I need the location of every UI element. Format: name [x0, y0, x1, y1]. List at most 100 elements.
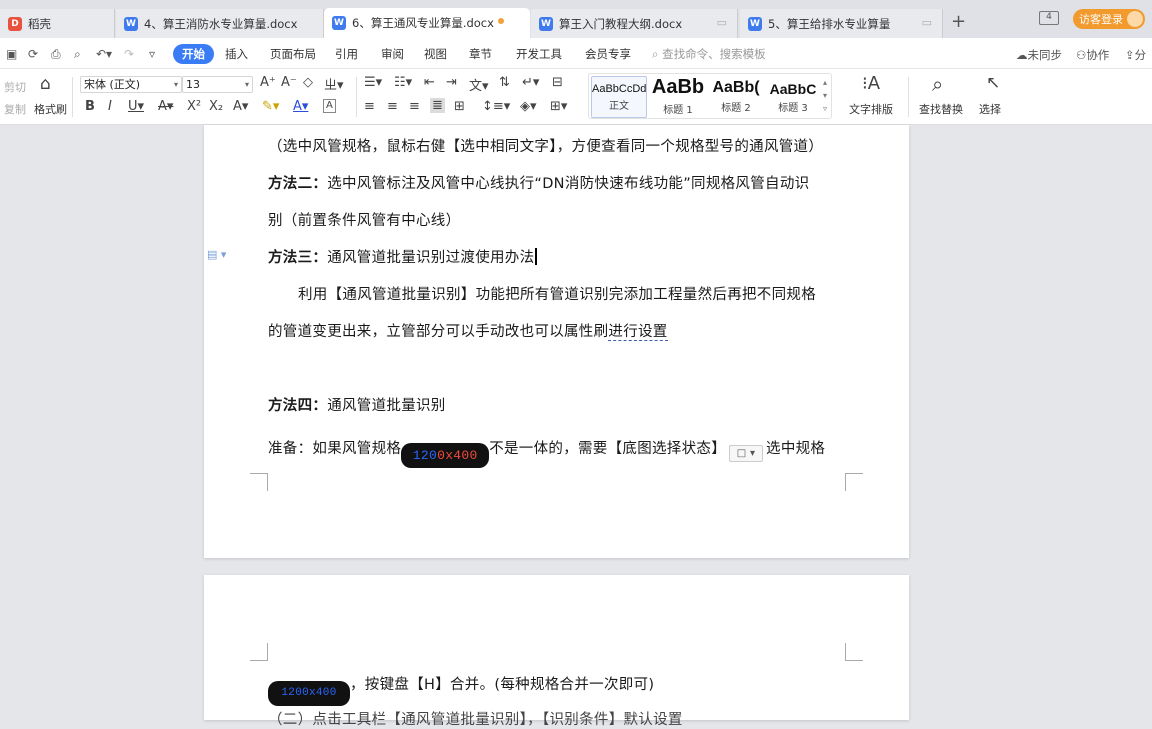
- doc-line-7[interactable]: 方法四：通风管道批量识别: [268, 394, 446, 415]
- word-doc-icon: W: [748, 16, 762, 31]
- menu-start[interactable]: 开始: [173, 44, 214, 64]
- line-spacing-icon[interactable]: ↕≡▾: [482, 99, 510, 114]
- align-left-icon[interactable]: ≡: [364, 99, 375, 114]
- format-painter-button[interactable]: 格式刷: [34, 101, 67, 117]
- doc-line-4[interactable]: 方法三：通风管道批量识别过渡使用办法: [268, 246, 537, 267]
- menu-references[interactable]: 引用: [335, 46, 358, 62]
- quick-access-dropdown-icon[interactable]: ▿: [149, 47, 155, 61]
- doc-line-6[interactable]: 的管道变更出来，立管部分可以手动改也可以属性刷进行设置: [268, 320, 668, 341]
- subscript-icon[interactable]: X₂: [209, 99, 223, 114]
- print-preview-icon[interactable]: ⌕: [74, 47, 81, 62]
- menu-insert[interactable]: 插入: [225, 46, 248, 62]
- print-icon[interactable]: ⎙: [51, 47, 61, 62]
- format-painter-icon[interactable]: ⌂: [40, 74, 51, 94]
- align-center-icon[interactable]: ≡: [387, 99, 398, 114]
- share-label: 分: [1134, 48, 1147, 62]
- method-2-label: 方法二：: [268, 176, 328, 192]
- sync-status-button[interactable]: ☁未同步: [1016, 47, 1062, 63]
- phonetic-icon[interactable]: ㄓ▾: [324, 74, 344, 93]
- command-search[interactable]: ⌕ 查找命令、搜索模板: [652, 46, 766, 62]
- underline-icon[interactable]: U▾: [128, 99, 144, 114]
- tab-daoke[interactable]: D 稻壳: [0, 9, 115, 38]
- save-icon[interactable]: ▣: [6, 47, 17, 61]
- menu-review[interactable]: 审阅: [381, 46, 404, 62]
- char-border-icon[interactable]: A: [323, 99, 336, 113]
- doc-line-5[interactable]: 利用【通风管道批量识别】功能把所有管道识别完添加工程量然后再把不同规格: [298, 283, 816, 304]
- borders-icon[interactable]: ⊞▾: [550, 99, 567, 114]
- duct-spec-image-2[interactable]: 1200x400: [268, 681, 350, 706]
- method-4-label: 方法四：: [268, 398, 328, 414]
- menu-member[interactable]: 会员专享: [585, 46, 631, 62]
- share-button[interactable]: ⇪分: [1125, 47, 1146, 63]
- ribbon-toolbar: 剪切 复制 ⌂ 格式刷 宋体 (正文) ▾ 13 ▾ A⁺ A⁻ ◇ ㄓ▾ B I …: [0, 69, 1152, 125]
- style-heading-3[interactable]: AaBbC 标题 3: [765, 76, 821, 118]
- tab-doc-4[interactable]: W 4、算王消防水专业算量.docx: [116, 9, 324, 38]
- collab-button[interactable]: ⚇协作: [1076, 47, 1109, 63]
- find-replace-button[interactable]: 查找替换: [919, 101, 963, 117]
- doc-line-1[interactable]: （选中风管规格，鼠标右健【选中相同文字】，方便查看同一个规格型号的通风管道）: [268, 135, 823, 156]
- sort-icon[interactable]: ⇅: [499, 75, 510, 90]
- search-icon[interactable]: ⌕: [932, 72, 943, 96]
- doc-line-9[interactable]: 1200x400 ，按键盘【H】合并。(每种规格合并一次即可): [268, 673, 654, 706]
- text-layout-icon[interactable]: ⁝A: [862, 73, 880, 94]
- doc-line-8[interactable]: 准备：如果风管规格 1200x400 不是一体的，需要【底图选择状态】 □ ▾ 选中规格: [268, 437, 825, 468]
- cut-button[interactable]: 剪切: [4, 79, 26, 95]
- chevron-down-icon: ▾: [244, 80, 249, 89]
- chinese-layout-icon[interactable]: 文▾: [469, 75, 489, 94]
- decrease-indent-icon[interactable]: ⇤: [424, 75, 435, 90]
- menu-dev-tools[interactable]: 开发工具: [516, 46, 562, 62]
- bullet-list-icon[interactable]: ☰▾: [364, 75, 382, 90]
- style-scroll-icon[interactable]: ▴ ▾ ▿: [823, 76, 827, 115]
- style-normal[interactable]: AaBbCcDd 正文: [591, 76, 647, 118]
- merge-text: ，按键盘【H】合并。(每种规格合并一次即可): [350, 677, 655, 693]
- table-draw-icon[interactable]: ⊟: [552, 75, 563, 90]
- increase-font-icon[interactable]: A⁺: [260, 75, 276, 90]
- superscript-icon[interactable]: X²: [187, 99, 201, 114]
- paragraph-handle-icon[interactable]: ▤ ▾: [207, 248, 226, 261]
- strikethrough-icon[interactable]: A▾: [158, 99, 173, 114]
- highlight-icon[interactable]: ✎▾: [262, 99, 279, 114]
- sync-label: 未同步: [1027, 48, 1063, 62]
- tab-doc-5[interactable]: W 5、算王给排水专业算量 ▭: [740, 9, 943, 38]
- text-layout-button[interactable]: 文字排版: [849, 101, 893, 117]
- italic-icon[interactable]: I: [108, 99, 112, 114]
- tab-preview-icon[interactable]: ▭: [922, 16, 932, 29]
- tab-doc-outline[interactable]: W 算王入门教程大纲.docx ▭: [531, 9, 738, 38]
- style-heading-2[interactable]: AaBb( 标题 2: [707, 76, 765, 118]
- font-color-icon[interactable]: A▾: [293, 99, 308, 114]
- style-heading-1[interactable]: AaBb 标题 1: [649, 76, 707, 118]
- doc-line-3[interactable]: 别（前置条件风管有中心线）: [268, 209, 460, 230]
- method-2-text: 选中风管标注及风管中心线执行“DN消防快速布线功能”同规格风管自动识: [327, 176, 810, 192]
- increase-indent-icon[interactable]: ⇥: [446, 75, 457, 90]
- justify-icon[interactable]: ≣: [430, 98, 445, 113]
- show-marks-icon[interactable]: ↵▾: [522, 75, 539, 90]
- window-count-badge[interactable]: 4: [1039, 11, 1059, 25]
- text-effect-icon[interactable]: A▾: [233, 99, 248, 114]
- redo-icon[interactable]: ↷: [124, 47, 134, 61]
- pointer-icon[interactable]: ↖: [986, 73, 1000, 93]
- doc-line-2[interactable]: 方法二：选中风管标注及风管中心线执行“DN消防快速布线功能”同规格风管自动识: [268, 172, 809, 193]
- select-button[interactable]: 选择: [979, 101, 1001, 117]
- tab-preview-icon[interactable]: ▭: [717, 16, 727, 29]
- select-state-button-image[interactable]: □ ▾: [729, 445, 764, 462]
- align-right-icon[interactable]: ≡: [409, 99, 420, 114]
- clear-format-icon[interactable]: ◇: [303, 75, 313, 90]
- doc-line-10[interactable]: （二）点击工具栏【通风管道批量识别】，【识别条件】默认设置: [268, 708, 683, 729]
- numbered-list-icon[interactable]: ☷▾: [394, 75, 412, 90]
- font-name-select[interactable]: 宋体 (正文) ▾: [80, 76, 182, 93]
- distribute-icon[interactable]: ⊞: [454, 99, 465, 114]
- shading-icon[interactable]: ◈▾: [520, 99, 537, 114]
- menu-view[interactable]: 视图: [424, 46, 447, 62]
- new-tab-plus-icon[interactable]: +: [951, 11, 966, 32]
- tab-doc-6-active[interactable]: W 6、算王通风专业算量.docx: [324, 8, 530, 38]
- menu-page-layout[interactable]: 页面布局: [270, 46, 316, 62]
- open-icon[interactable]: ⟳: [28, 47, 38, 61]
- decrease-font-icon[interactable]: A⁻: [281, 75, 297, 90]
- font-size-select[interactable]: 13 ▾: [182, 76, 253, 93]
- copy-button[interactable]: 复制: [4, 101, 26, 117]
- bold-icon[interactable]: B: [85, 99, 95, 114]
- duct-spec-image[interactable]: 1200x400: [401, 443, 490, 468]
- undo-icon[interactable]: ↶▾: [96, 47, 112, 61]
- menu-chapter[interactable]: 章节: [469, 46, 492, 62]
- guest-login-button[interactable]: 访客登录: [1073, 9, 1145, 29]
